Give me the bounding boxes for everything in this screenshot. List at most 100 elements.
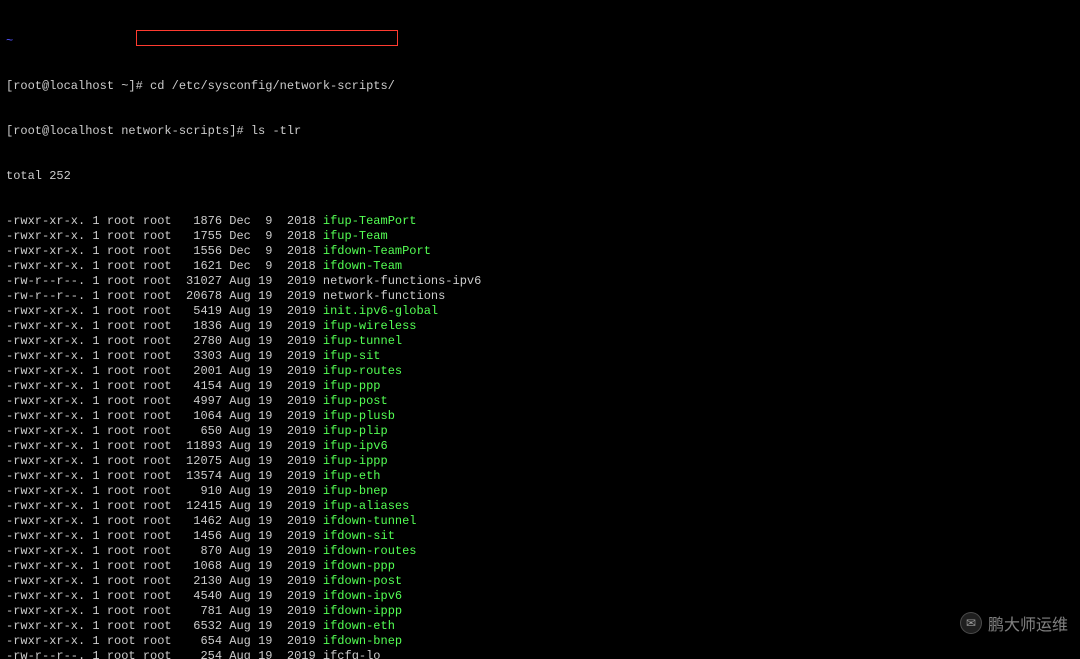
size: 1755: [172, 229, 222, 243]
filename: ifup-plip: [316, 424, 388, 438]
filename: ifup-TeamPort: [316, 214, 417, 228]
filename: ifdown-Team: [316, 259, 402, 273]
file-row: -rwxr-xr-x. 1 root root 13574 Aug 19 201…: [6, 469, 1074, 484]
perm: -rwxr-xr-x. 1 root root: [6, 544, 172, 558]
date: Aug 19 2019: [222, 574, 316, 588]
file-row: -rwxr-xr-x. 1 root root 4154 Aug 19 2019…: [6, 379, 1074, 394]
filename: ifdown-eth: [316, 619, 395, 633]
filename: ifup-plusb: [316, 409, 395, 423]
filename: ifdown-sit: [316, 529, 395, 543]
size: 3303: [172, 349, 222, 363]
filename: ifup-bnep: [316, 484, 388, 498]
size: 2780: [172, 334, 222, 348]
date: Aug 19 2019: [222, 589, 316, 603]
filename: ifdown-bnep: [316, 634, 402, 648]
file-row: -rwxr-xr-x. 1 root root 1755 Dec 9 2018 …: [6, 229, 1074, 244]
size: 31027: [172, 274, 222, 288]
file-row: -rwxr-xr-x. 1 root root 5419 Aug 19 2019…: [6, 304, 1074, 319]
prompt-1: [root@localhost ~]#: [6, 79, 150, 93]
total-line: total 252: [6, 169, 1074, 184]
file-row: -rw-r--r--. 1 root root 31027 Aug 19 201…: [6, 274, 1074, 289]
perm: -rwxr-xr-x. 1 root root: [6, 619, 172, 633]
file-row: -rwxr-xr-x. 1 root root 3303 Aug 19 2019…: [6, 349, 1074, 364]
date: Dec 9 2018: [222, 259, 316, 273]
size: 13574: [172, 469, 222, 483]
filename: ifdown-ippp: [316, 604, 402, 618]
filename: ifup-wireless: [316, 319, 417, 333]
date: Aug 19 2019: [222, 439, 316, 453]
filename: ifup-sit: [316, 349, 381, 363]
file-row: -rwxr-xr-x. 1 root root 1556 Dec 9 2018 …: [6, 244, 1074, 259]
date: Aug 19 2019: [222, 409, 316, 423]
file-row: -rwxr-xr-x. 1 root root 910 Aug 19 2019 …: [6, 484, 1074, 499]
size: 2130: [172, 574, 222, 588]
perm: -rw-r--r--. 1 root root: [6, 274, 172, 288]
perm: -rwxr-xr-x. 1 root root: [6, 484, 172, 498]
perm: -rwxr-xr-x. 1 root root: [6, 364, 172, 378]
wechat-icon: ✉: [960, 612, 982, 634]
date: Aug 19 2019: [222, 649, 316, 659]
date: Aug 19 2019: [222, 454, 316, 468]
command-cd: cd /etc/sysconfig/network-scripts/: [150, 79, 395, 93]
size: 4154: [172, 379, 222, 393]
filename: ifup-routes: [316, 364, 402, 378]
perm: -rwxr-xr-x. 1 root root: [6, 424, 172, 438]
date: Dec 9 2018: [222, 214, 316, 228]
size: 12075: [172, 454, 222, 468]
size: 1064: [172, 409, 222, 423]
perm: -rw-r--r--. 1 root root: [6, 649, 172, 659]
filename: ifup-Team: [316, 229, 388, 243]
perm: -rwxr-xr-x. 1 root root: [6, 559, 172, 573]
date: Aug 19 2019: [222, 619, 316, 633]
terminal-window[interactable]: ~ [root@localhost ~]# cd /etc/sysconfig/…: [0, 0, 1080, 659]
file-row: -rwxr-xr-x. 1 root root 4540 Aug 19 2019…: [6, 589, 1074, 604]
date: Aug 19 2019: [222, 604, 316, 618]
filename: ifup-eth: [316, 469, 381, 483]
size: 1836: [172, 319, 222, 333]
file-row: -rwxr-xr-x. 1 root root 1068 Aug 19 2019…: [6, 559, 1074, 574]
date: Aug 19 2019: [222, 559, 316, 573]
perm: -rwxr-xr-x. 1 root root: [6, 589, 172, 603]
perm: -rwxr-xr-x. 1 root root: [6, 229, 172, 243]
prompt-line-2: [root@localhost network-scripts]# ls -tl…: [6, 124, 1074, 139]
date: Aug 19 2019: [222, 634, 316, 648]
filename: ifdown-ipv6: [316, 589, 402, 603]
size: 1068: [172, 559, 222, 573]
filename: ifup-post: [316, 394, 388, 408]
perm: -rwxr-xr-x. 1 root root: [6, 334, 172, 348]
watermark: ✉ 鹏大师运维: [960, 611, 1068, 635]
size: 4540: [172, 589, 222, 603]
size: 1456: [172, 529, 222, 543]
file-row: -rwxr-xr-x. 1 root root 2130 Aug 19 2019…: [6, 574, 1074, 589]
filename: ifup-aliases: [316, 499, 410, 513]
file-row: -rwxr-xr-x. 1 root root 1836 Aug 19 2019…: [6, 319, 1074, 334]
size: 6532: [172, 619, 222, 633]
date: Aug 19 2019: [222, 364, 316, 378]
file-row: -rwxr-xr-x. 1 root root 870 Aug 19 2019 …: [6, 544, 1074, 559]
file-row: -rwxr-xr-x. 1 root root 2001 Aug 19 2019…: [6, 364, 1074, 379]
perm: -rwxr-xr-x. 1 root root: [6, 349, 172, 363]
file-row: -rwxr-xr-x. 1 root root 12075 Aug 19 201…: [6, 454, 1074, 469]
perm: -rwxr-xr-x. 1 root root: [6, 469, 172, 483]
filename: network-functions-ipv6: [316, 274, 482, 288]
perm: -rwxr-xr-x. 1 root root: [6, 214, 172, 228]
date: Aug 19 2019: [222, 379, 316, 393]
filename: ifdown-tunnel: [316, 514, 417, 528]
file-row: -rwxr-xr-x. 1 root root 1462 Aug 19 2019…: [6, 514, 1074, 529]
watermark-text: 鹏大师运维: [988, 611, 1068, 635]
date: Aug 19 2019: [222, 514, 316, 528]
filename: ifdown-post: [316, 574, 402, 588]
filename: init.ipv6-global: [316, 304, 438, 318]
perm: -rwxr-xr-x. 1 root root: [6, 304, 172, 318]
command-ls: ls -tlr: [251, 124, 301, 138]
file-row: -rwxr-xr-x. 1 root root 650 Aug 19 2019 …: [6, 424, 1074, 439]
file-row: -rwxr-xr-x. 1 root root 1876 Dec 9 2018 …: [6, 214, 1074, 229]
date: Aug 19 2019: [222, 304, 316, 318]
file-row: -rw-r--r--. 1 root root 20678 Aug 19 201…: [6, 289, 1074, 304]
perm: -rwxr-xr-x. 1 root root: [6, 259, 172, 273]
file-row: -rwxr-xr-x. 1 root root 11893 Aug 19 201…: [6, 439, 1074, 454]
perm: -rwxr-xr-x. 1 root root: [6, 409, 172, 423]
date: Aug 19 2019: [222, 484, 316, 498]
perm: -rwxr-xr-x. 1 root root: [6, 379, 172, 393]
size: 4997: [172, 394, 222, 408]
